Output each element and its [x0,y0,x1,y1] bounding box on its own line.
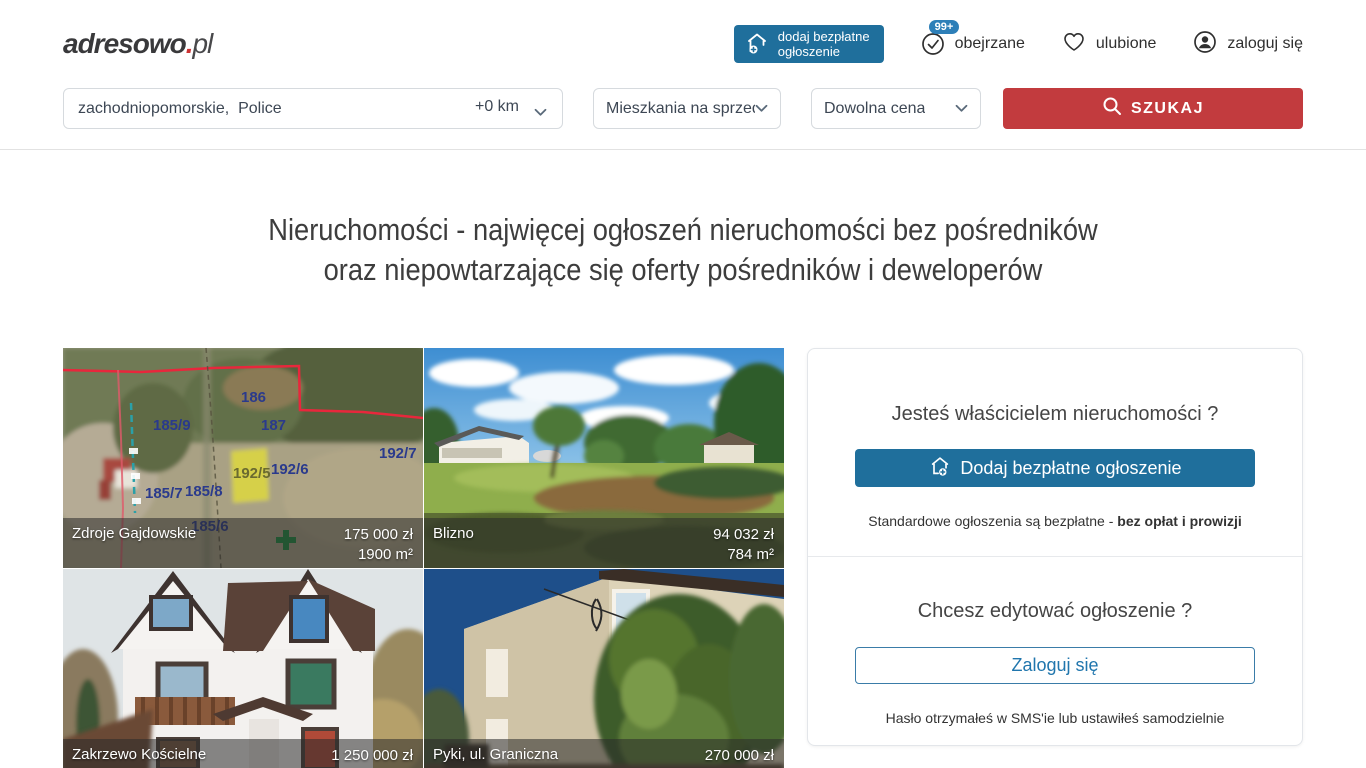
search-section: +0 km Mieszkania na sprzeda Dowolna cena [0,88,1366,150]
viewed-link[interactable]: 99+ obejrzane [920,31,1025,57]
svg-text:186: 186 [241,389,266,406]
listing-card[interactable]: Blizno 94 032 zł 784 m² [424,348,784,568]
chevron-down-icon[interactable] [534,104,547,122]
viewed-count-badge: 99+ [929,20,960,34]
page-title-line1: Nieruchomości - najwięcej ogłoszeń nieru… [82,210,1284,250]
listing-overlay: Zakrzewo Kościelne 1 250 000 zł [63,739,423,768]
user-icon [1192,29,1218,60]
listing-title: Pyki, ul. Graniczna [433,746,558,768]
listing-area: 1900 m² [344,545,413,565]
listing-card[interactable]: 186 187 185/9 192/5 192/6 192/7 185/7 18… [63,348,423,568]
price-value: Dowolna cena [824,100,925,118]
svg-text:185/8: 185/8 [185,483,223,500]
site-logo[interactable]: adresowo.pl [63,28,212,60]
add-listing-button-sidebar[interactable]: Dodaj bezpłatne ogłoszenie [855,449,1255,487]
search-icon [1102,96,1122,121]
svg-text:192/6: 192/6 [271,461,309,478]
category-select[interactable]: Mieszkania na sprzeda [593,88,781,129]
edit-heading: Chcesz edytować ogłoszenie ? [855,600,1255,623]
price-select[interactable]: Dowolna cena [811,88,981,129]
listing-title: Blizno [433,525,474,568]
listing-overlay: Blizno 94 032 zł 784 m² [424,518,784,568]
radius-value[interactable]: +0 km [475,98,519,116]
viewed-label: obejrzane [955,35,1025,53]
add-listing-button[interactable]: dodaj bezpłatne ogłoszenie [734,25,884,63]
svg-text:187: 187 [261,417,286,434]
house-plus-icon [744,30,770,59]
page-title-line2: oraz niepowtarzające się oferty pośredni… [82,250,1284,290]
listing-title: Zakrzewo Kościelne [72,746,206,768]
listing-price: 94 032 zł [713,525,774,545]
listing-card[interactable]: Zakrzewo Kościelne 1 250 000 zł [63,569,423,768]
listing-overlay: Pyki, ul. Graniczna 270 000 zł [424,739,784,768]
page-title: Nieruchomości - najwięcej ogłoszeń nieru… [0,210,1366,290]
category-value: Mieszkania na sprzeda [606,100,755,118]
add-listing-label: dodaj bezpłatne ogłoszenie [778,29,870,59]
heart-icon [1061,29,1087,60]
login-sidebar-label: Zaloguj się [1011,655,1098,676]
svg-text:185/7: 185/7 [145,485,183,502]
logo-brand: adresowo [63,28,186,59]
chevron-down-icon [755,100,768,118]
svg-text:185/9: 185/9 [153,417,191,434]
owner-heading: Jesteś właścicielem nieruchomości ? [855,403,1255,426]
listing-title: Zdroje Gajdowskie [72,525,196,568]
svg-text:192/7: 192/7 [379,445,417,462]
listing-price: 1 250 000 zł [331,746,413,766]
listing-area: 784 m² [713,545,774,565]
owner-panel: Jesteś właścicielem nieruchomości ? Doda… [807,348,1303,746]
login-link[interactable]: zaloguj się [1192,29,1303,60]
listing-price: 175 000 zł [344,525,413,545]
favorites-label: ulubione [1096,35,1157,53]
favorites-link[interactable]: ulubione [1061,29,1157,60]
listing-card[interactable]: Pyki, ul. Graniczna 270 000 zł [424,569,784,768]
logo-tld: pl [192,28,212,59]
header: adresowo.pl dodaj bezpłatne ogłoszenie [63,0,1303,88]
house-plus-icon [928,454,952,483]
check-circle-icon: 99+ [920,31,946,57]
listing-price: 270 000 zł [705,746,774,766]
listings-grid: 186 187 185/9 192/5 192/6 192/7 185/7 18… [63,348,784,768]
svg-text:192/5: 192/5 [233,465,271,482]
header-actions: dodaj bezpłatne ogłoszenie 99+ obejrzane… [734,25,1303,63]
search-button[interactable]: SZUKAJ [1003,88,1303,129]
add-listing-sidebar-label: Dodaj bezpłatne ogłoszenie [960,458,1181,479]
sidebar-divider [808,556,1302,557]
search-button-label: SZUKAJ [1131,100,1204,118]
main-content: 186 187 185/9 192/5 192/6 192/7 185/7 18… [63,348,1303,768]
listing-overlay: Zdroje Gajdowskie 175 000 zł 1900 m² [63,518,423,568]
edit-note: Hasło otrzymałeś w SMS'ie lub ustawiłeś … [855,710,1255,726]
login-button-sidebar[interactable]: Zaloguj się [855,647,1255,684]
login-label: zaloguj się [1227,35,1303,53]
chevron-down-icon [955,100,968,118]
owner-note: Standardowe ogłoszenia są bezpłatne - be… [855,513,1255,529]
location-search-box: +0 km [63,88,563,129]
